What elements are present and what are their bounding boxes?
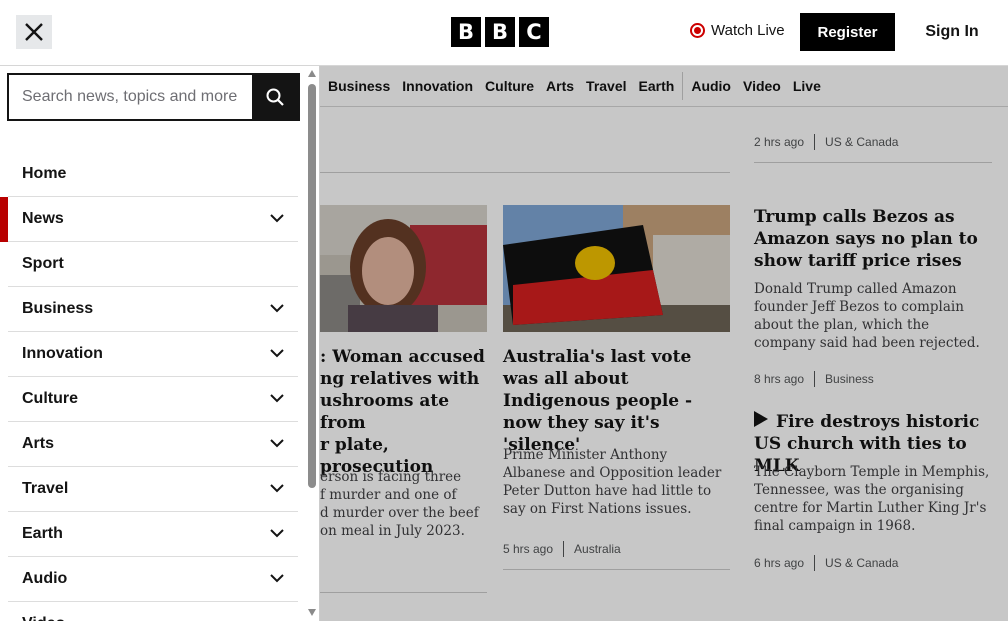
nav-link-innovation[interactable]: Innovation: [402, 78, 473, 100]
menu-item-label: Sport: [22, 255, 64, 272]
story-section-link[interactable]: Business: [825, 372, 874, 386]
menu-item-label: Culture: [22, 390, 78, 407]
nav-link-culture[interactable]: Culture: [485, 78, 534, 100]
drawer-scrollbar[interactable]: [306, 70, 318, 620]
story-time: 2 hrs ago: [754, 135, 805, 149]
story-desc-fire: The Clayborn Temple in Memphis, Tennesse…: [754, 464, 990, 534]
story-section-link[interactable]: US & Canada: [825, 135, 898, 149]
story-title-australia[interactable]: Australia's last vote was all about Indi…: [503, 346, 730, 456]
menu-item-culture[interactable]: Culture: [8, 377, 298, 422]
navigation-drawer: Home News Sport Business Innovation Culture Ar…: [0, 66, 320, 621]
chevron-down-icon[interactable]: [270, 210, 284, 228]
story-time: 5 hrs ago: [503, 542, 554, 556]
menu-item-business[interactable]: Business: [8, 287, 298, 332]
story-image-woman[interactable]: [320, 205, 487, 332]
menu-item-sport[interactable]: Sport: [8, 242, 298, 287]
logo-letter: C: [519, 17, 549, 47]
menu-item-audio[interactable]: Audio: [8, 557, 298, 602]
chevron-down-icon[interactable]: [270, 300, 284, 318]
story-title-woman[interactable]: : Woman accused ng relatives with ushroo…: [320, 346, 487, 478]
menu-item-label: Video: [22, 615, 65, 621]
menu-list: Home News Sport Business Innovation Culture Ar…: [0, 152, 298, 621]
search-input[interactable]: [9, 75, 252, 119]
bbc-logo[interactable]: B B C: [451, 17, 549, 47]
live-dot-icon: [690, 23, 705, 38]
nav-link-earth[interactable]: Earth: [639, 78, 675, 100]
story-desc-australia: Prime Minister Anthony Albanese and Oppo…: [503, 447, 722, 517]
play-icon: [754, 411, 768, 433]
nav-link-live[interactable]: Live: [793, 78, 821, 100]
story-desc-woman: erson is facing three f murder and one o…: [320, 469, 479, 539]
section-nav-items: Business Innovation Culture Arts Travel Earth…: [328, 72, 833, 100]
nav-link-arts[interactable]: Arts: [546, 78, 574, 100]
watch-live-link[interactable]: Watch Live: [690, 22, 785, 39]
register-button[interactable]: Register: [800, 13, 895, 51]
story-meta: 8 hrs ago Business: [754, 371, 874, 387]
menu-item-label: Travel: [22, 480, 69, 497]
menu-item-label: News: [22, 210, 64, 227]
story-desc-trump: Donald Trump called Amazon founder Jeff …: [754, 281, 980, 351]
story-section-link[interactable]: Australia: [574, 542, 621, 556]
search-box: [7, 73, 300, 121]
chevron-down-icon[interactable]: [270, 435, 284, 453]
scroll-down-arrow-icon[interactable]: [308, 609, 316, 616]
story-image-australia[interactable]: [503, 205, 730, 332]
nav-link-video[interactable]: Video: [743, 78, 781, 100]
chevron-down-icon[interactable]: [270, 390, 284, 408]
menu-item-label: Earth: [22, 525, 63, 542]
chevron-down-icon[interactable]: [270, 525, 284, 543]
story-time: 8 hrs ago: [754, 372, 805, 386]
menu-item-arts[interactable]: Arts: [8, 422, 298, 467]
menu-item-label: Innovation: [22, 345, 103, 362]
site-header: B B C Watch Live Register Sign In: [0, 0, 1008, 66]
menu-item-label: Arts: [22, 435, 55, 452]
menu-item-news[interactable]: News: [0, 197, 298, 242]
nav-link-business[interactable]: Business: [328, 78, 390, 100]
chevron-down-icon[interactable]: [270, 480, 284, 498]
menu-item-travel[interactable]: Travel: [8, 467, 298, 512]
menu-item-label: Audio: [22, 570, 68, 587]
watch-live-label: Watch Live: [711, 22, 785, 39]
story-time: 6 hrs ago: [754, 556, 805, 570]
search-button[interactable]: [252, 75, 298, 119]
menu-item-innovation[interactable]: Innovation: [8, 332, 298, 377]
scroll-up-arrow-icon[interactable]: [308, 70, 316, 77]
logo-letter: B: [485, 17, 515, 47]
chevron-down-icon[interactable]: [270, 570, 284, 588]
menu-item-label: Home: [22, 165, 67, 182]
nav-link-travel[interactable]: Travel: [586, 78, 626, 100]
nav-link-audio[interactable]: Audio: [691, 78, 731, 100]
menu-item-label: Business: [22, 300, 94, 317]
close-menu-button[interactable]: [16, 15, 52, 49]
chevron-down-icon[interactable]: [270, 345, 284, 363]
menu-item-home[interactable]: Home: [8, 152, 298, 197]
story-meta: 6 hrs ago US & Canada: [754, 555, 898, 571]
story-meta: 5 hrs ago Australia: [503, 541, 621, 557]
search-icon: [266, 88, 284, 106]
story-section-link[interactable]: US & Canada: [825, 556, 898, 570]
menu-item-video[interactable]: Video: [8, 602, 298, 621]
close-icon: [25, 23, 43, 41]
sign-in-button[interactable]: Sign In: [912, 13, 992, 51]
menu-item-earth[interactable]: Earth: [8, 512, 298, 557]
nav-divider: [682, 72, 684, 100]
story-meta: 2 hrs ago US & Canada: [754, 134, 898, 150]
logo-letter: B: [451, 17, 481, 47]
story-title-trump[interactable]: Trump calls Bezos as Amazon says no plan…: [754, 206, 992, 272]
scrollbar-thumb[interactable]: [308, 84, 316, 488]
